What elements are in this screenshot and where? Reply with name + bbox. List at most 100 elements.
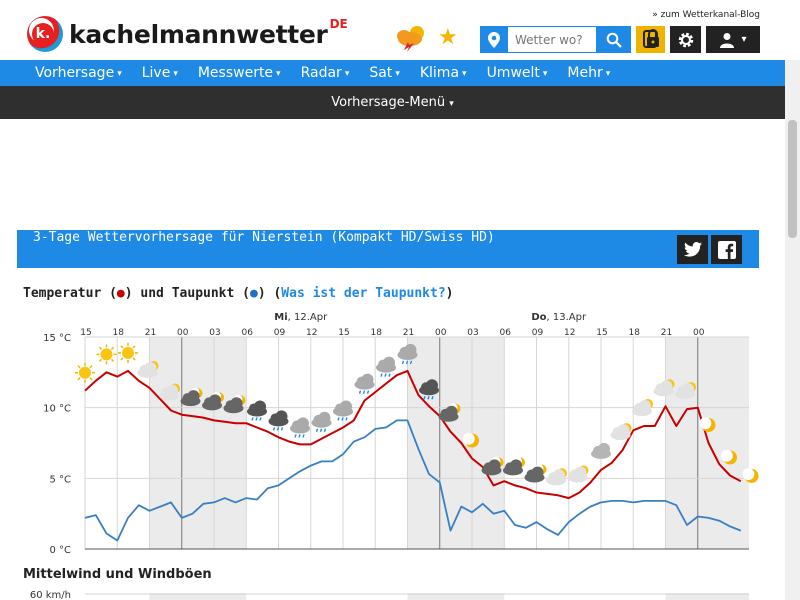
sun-ray: [89, 365, 93, 369]
caret-down-icon: ▾: [276, 69, 281, 79]
temperature-section-title: Temperatur (●) und Taupunkt (●) (Was ist…: [23, 286, 454, 301]
logo-mark: k.: [27, 16, 63, 52]
caret-down-icon: ▾: [741, 34, 747, 45]
thunderstorm-cloud-icon[interactable]: [393, 24, 431, 52]
blog-link[interactable]: » zum Wetterkanal-Blog: [652, 10, 760, 20]
cloud-icon-puff: [361, 373, 374, 386]
nav-item-label: Sat: [369, 65, 393, 81]
sun-ray: [89, 377, 93, 381]
caret-down-icon: ▾: [117, 69, 122, 79]
cloud-icon-puff: [510, 459, 522, 472]
nav-item-messwerte[interactable]: Messwerte ▾: [188, 60, 291, 86]
forecast-title: 3-Tage Wettervorhersage für Nierstein (K…: [33, 230, 495, 245]
rain-drop: [401, 360, 405, 365]
rain-drop: [345, 417, 348, 421]
forecast-submenu: Vorhersage-Menü ▾: [0, 86, 785, 119]
rain-drop: [423, 396, 426, 400]
location-pin-icon[interactable]: [480, 26, 508, 53]
rain-drop: [255, 417, 258, 421]
temperature-legend-dot: ●: [116, 286, 125, 301]
lock-icon: [642, 28, 659, 48]
moon-shadow: [699, 417, 712, 430]
scrollbar-thumb[interactable]: [788, 120, 797, 238]
rain-drop: [315, 428, 319, 432]
rain-drop: [380, 373, 383, 377]
rain-drop: [409, 360, 413, 365]
nav-item-radar[interactable]: Radar ▾: [291, 60, 360, 86]
temp-title-mid: ) und Taupunkt (: [124, 286, 250, 301]
facebook-share-button[interactable]: [711, 235, 742, 264]
rain-drop: [251, 417, 254, 421]
sun-ray: [98, 358, 103, 362]
nav-item-sat[interactable]: Sat ▾: [359, 60, 410, 86]
forecast-menu-toggle[interactable]: Vorhersage-Menü ▾: [331, 95, 454, 110]
y-tick-label: 5 °C: [49, 474, 71, 485]
nav-item-umwelt[interactable]: Umwelt ▾: [477, 60, 558, 86]
cloud-icon-puff: [682, 383, 694, 396]
twitter-share-button[interactable]: [677, 235, 708, 264]
cloud-icon-puff: [144, 361, 157, 374]
rain-drop: [319, 428, 323, 432]
submenu-label: Vorhersage-Menü: [331, 95, 446, 110]
caret-down-icon: ▾: [605, 69, 611, 79]
settings-button[interactable]: [670, 26, 701, 53]
gear-icon: [678, 32, 693, 47]
sun-ray: [110, 346, 115, 350]
cloud-icon-puff: [617, 424, 630, 437]
caret-down-icon: ▾: [344, 69, 350, 79]
caret-down-icon: ▾: [462, 69, 467, 79]
search-button[interactable]: [596, 26, 631, 53]
rain-drop: [259, 417, 262, 421]
nav-item-label: Mehr: [567, 65, 603, 81]
facebook-icon: [717, 240, 736, 259]
site-header: k. kachelmannwetter DE » zum Wetterkanal…: [0, 0, 800, 60]
star-icon[interactable]: ★: [438, 27, 458, 49]
search-input[interactable]: [508, 26, 596, 53]
cloud-icon-puff: [598, 442, 610, 455]
rain-drop: [431, 396, 434, 400]
cloud-icon-puff: [426, 379, 438, 392]
sun-icon: [122, 346, 134, 359]
sun-ray: [132, 345, 136, 349]
rain-drop: [302, 434, 305, 438]
day-label: Do, 13.Apr: [531, 312, 587, 323]
moon-shadow: [462, 432, 475, 445]
cloud-icon-puff: [660, 380, 673, 393]
nav-item-mehr[interactable]: Mehr ▾: [557, 60, 620, 86]
nav-item-klima[interactable]: Klima ▾: [410, 60, 477, 86]
nav-item-vorhersage[interactable]: Vorhersage ▾: [25, 60, 132, 86]
wind-y-tick-label: 60 km/h: [30, 590, 71, 600]
rain-drop: [294, 434, 297, 438]
page-scrollbar[interactable]: [785, 60, 800, 600]
cloud-icon-puff: [445, 405, 458, 418]
cloud-icon-puff: [639, 400, 651, 413]
nav-item-label: Vorhersage: [35, 65, 115, 81]
sun-ray: [98, 346, 103, 350]
sun-icon: [100, 348, 113, 361]
nav-item-live[interactable]: Live ▾: [132, 60, 188, 86]
dewpoint-info-link[interactable]: Was ist der Taupunkt?: [281, 286, 445, 301]
rain-drop: [323, 428, 327, 432]
day-label: Mi, 12.Apr: [274, 312, 328, 323]
temp-title-end: ): [445, 286, 454, 301]
cloud-icon-puff: [574, 466, 587, 479]
sun-ray: [132, 357, 136, 361]
rain-drop: [298, 434, 301, 438]
rain-drop: [341, 417, 344, 421]
sun-ray: [110, 358, 115, 362]
forecast-header: 3-Tage Wettervorhersage für Nierstein (K…: [17, 230, 759, 268]
site-logo[interactable]: k. kachelmannwetter DE: [27, 16, 348, 52]
wind-section-title: Mittelwind und Windböen: [23, 567, 212, 582]
location-search: [480, 26, 631, 53]
night-shading: [149, 337, 247, 549]
caret-down-icon: ▾: [449, 99, 454, 109]
logo-tld: DE: [329, 17, 348, 31]
rain-drop: [337, 417, 340, 421]
sun-ray: [120, 345, 124, 349]
nav-item-label: Radar: [300, 65, 342, 81]
temp-title-close: ) (: [257, 286, 282, 301]
lock-button[interactable]: [636, 26, 665, 53]
moon-shadow: [742, 468, 755, 481]
main-nav: Vorhersage ▾ Live ▾ Messwerte ▾ Radar ▾ Sat ▾…: [0, 60, 785, 86]
user-menu-button[interactable]: ▾: [706, 26, 760, 53]
